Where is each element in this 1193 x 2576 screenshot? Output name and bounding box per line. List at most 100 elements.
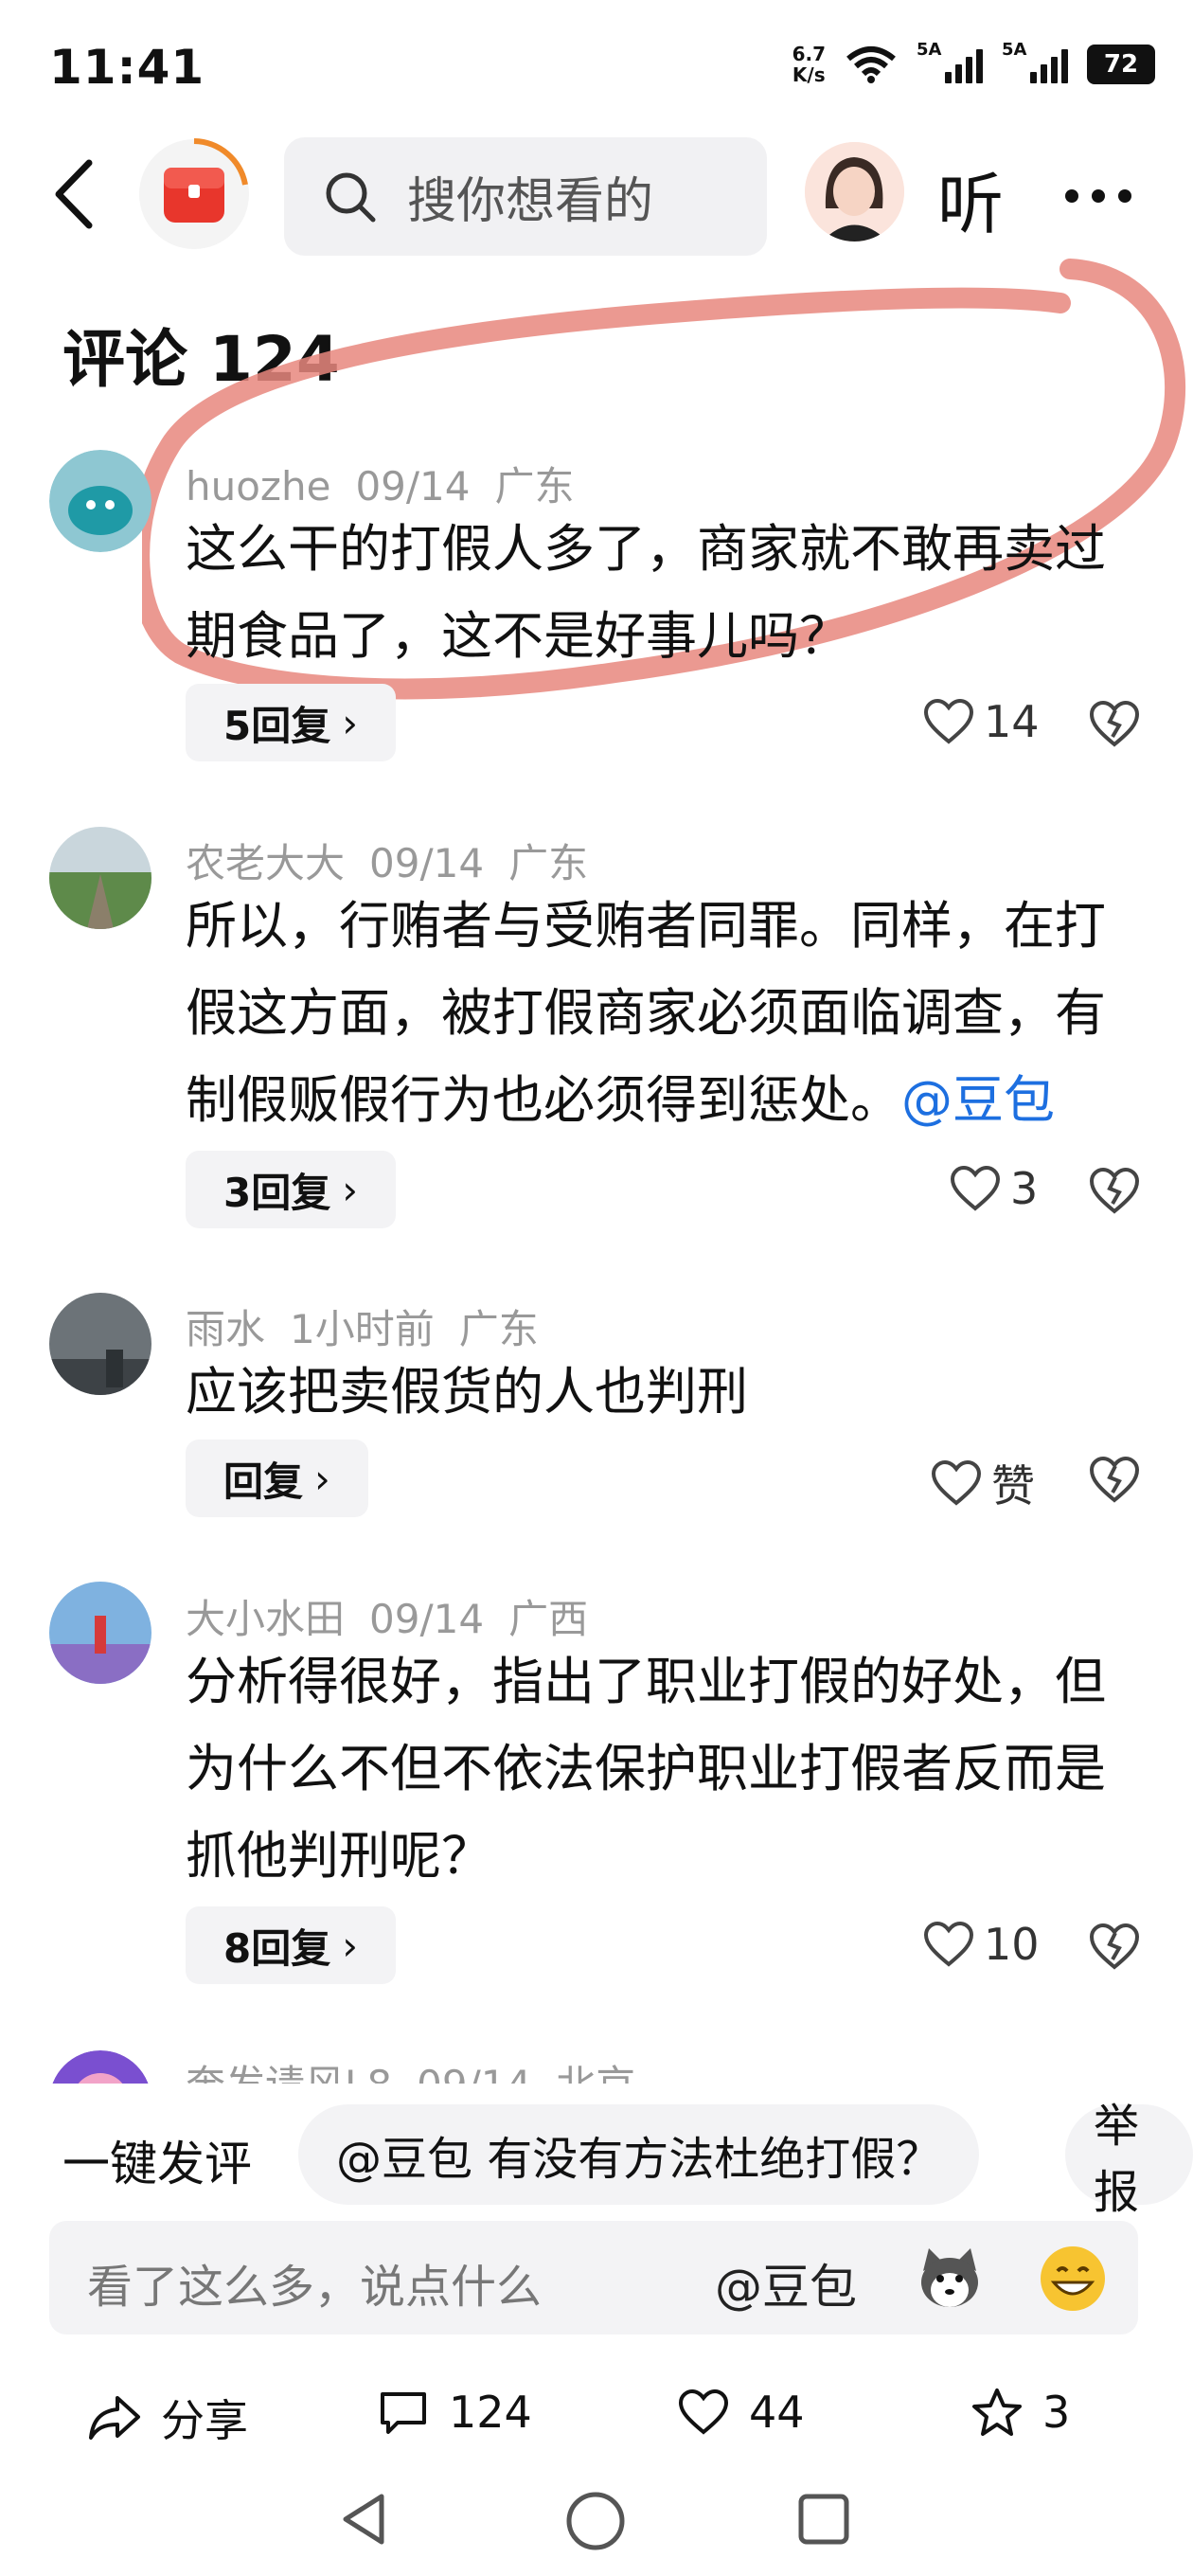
back-icon[interactable]	[45, 152, 102, 237]
status-icons: 6.7 K/s 5A 5A 72	[792, 40, 1155, 85]
comment-text: 分析得很好，指出了职业打假的好处，但 为什么不但不依法保护职业打假者反而是 抓他…	[186, 1638, 1132, 1900]
signal-icon-sim1: 5A	[917, 40, 983, 83]
user-avatar[interactable]	[805, 142, 904, 242]
like-count: 14	[984, 696, 1040, 747]
favorite-count: 3	[1042, 2387, 1071, 2438]
comment-date: 09/14	[417, 2062, 531, 2084]
more-icon[interactable]	[1065, 189, 1131, 205]
app-logo-icon[interactable]	[137, 137, 251, 251]
favorite-button[interactable]: 3	[970, 2387, 1070, 2438]
comment-date: 1小时前	[290, 1306, 435, 1352]
comment-author[interactable]: huozhe	[186, 463, 330, 510]
reply-button[interactable]: 回复 ›	[186, 1440, 368, 1517]
heart-icon	[931, 1459, 982, 1506]
comment-date: 09/14	[355, 463, 471, 510]
comment-avatar[interactable]	[49, 2050, 151, 2084]
search-icon	[326, 172, 376, 222]
dislike-icon[interactable]	[1089, 1455, 1140, 1504]
comment-author[interactable]: 大小水田	[186, 1596, 345, 1642]
comment-meta: 奔发请风L8 09/14 北京	[186, 2053, 660, 2084]
comment-line: 分析得很好，指出了职业打假的好处，但	[186, 1652, 1106, 1711]
star-icon	[972, 2388, 1022, 2436]
comment-meta: 雨水 1小时前 广东	[186, 1297, 563, 1355]
mention-button[interactable]: @豆包	[715, 2249, 857, 2317]
comment-author[interactable]: 农老大大	[186, 840, 345, 886]
reply-label: 8回复	[223, 1924, 331, 1972]
reply-label: 回复	[223, 1458, 304, 1505]
comment-date: 09/14	[369, 840, 485, 886]
comment-meta: 大小水田 09/14 广西	[186, 1587, 613, 1645]
comment-line: 所以，行贿者与受贿者同罪。同样，在打	[186, 896, 1106, 956]
like-count: 3	[1010, 1163, 1039, 1214]
comment-region: 广西	[508, 1596, 589, 1642]
husky-emoji-icon[interactable]	[914, 2243, 986, 2315]
heart-icon	[678, 2388, 729, 2435]
comment-text: 这么干的打假人多了，商家就不敢再卖过 期食品了，这不是好事儿吗？	[186, 506, 1132, 680]
dislike-icon[interactable]	[1089, 699, 1140, 748]
comment-line: 这么干的打假人多了，商家就不敢再卖过	[186, 519, 1106, 579]
comment-avatar[interactable]	[49, 1293, 151, 1395]
comment-meta: huozhe 09/14 广东	[186, 455, 599, 512]
comment-line: 抓他判刑呢？	[186, 1826, 492, 1886]
comment-region: 广东	[508, 840, 589, 886]
comment-line: 假这方面，被打假商家必须面临调查，有	[186, 983, 1106, 1043]
nav-recents-icon[interactable]	[795, 2491, 852, 2548]
reply-button[interactable]: 8回复 ›	[186, 1906, 397, 1984]
net-speed: 6.7 K/s	[792, 44, 826, 85]
wifi-icon	[846, 46, 896, 83]
comment-text: 所以，行贿者与受贿者同罪。同样，在打 假这方面，被打假商家必须面临调查，有 制假…	[186, 883, 1132, 1144]
reply-label: 5回复	[223, 702, 331, 749]
grin-emoji-icon[interactable]	[1037, 2243, 1109, 2315]
sim1-label: 5A	[917, 40, 942, 60]
comment-text: 应该把卖假货的人也判刑	[186, 1349, 1132, 1436]
comment-meta: 农老大大 09/14 广东	[186, 832, 613, 889]
like-post-button[interactable]: 44	[677, 2387, 805, 2438]
comment-avatar[interactable]	[49, 1582, 151, 1684]
like-button[interactable]: 赞	[931, 1452, 1035, 1514]
comment-avatar[interactable]	[49, 450, 151, 552]
reply-button[interactable]: 5回复 ›	[186, 684, 397, 761]
search-bar[interactable]: 搜你想看的	[284, 137, 767, 256]
listen-button[interactable]: 听	[937, 152, 1004, 247]
like-button[interactable]: 10	[923, 1919, 1040, 1970]
comment-region: 广东	[458, 1306, 539, 1352]
net-speed-value: 6.7	[792, 43, 826, 65]
comment-region: 北京	[556, 2062, 635, 2084]
like-button[interactable]: 14	[923, 696, 1040, 747]
comment-region: 广东	[494, 463, 575, 510]
reply-button[interactable]: 3回复 ›	[186, 1151, 397, 1228]
comment-count: 124	[449, 2387, 532, 2438]
heart-icon	[923, 1921, 974, 1967]
like-button[interactable]: 3	[950, 1163, 1038, 1214]
comment-line: 期食品了，这不是好事儿吗？	[186, 606, 850, 666]
battery-icon: 72	[1087, 45, 1155, 84]
like-post-count: 44	[749, 2387, 805, 2438]
comment-line: 为什么不但不依法保护职业打假者反而是	[186, 1739, 1106, 1798]
heart-icon	[950, 1165, 1001, 1211]
net-speed-unit: K/s	[792, 63, 826, 86]
share-button[interactable]: 分享	[87, 2387, 248, 2449]
comment-icon	[381, 2392, 426, 2434]
comment-date: 09/14	[369, 1596, 485, 1642]
like-count: 10	[984, 1919, 1040, 1970]
mention-link[interactable]: @豆包	[901, 1070, 1055, 1130]
dislike-icon[interactable]	[1089, 1166, 1140, 1215]
search-placeholder: 搜你想看的	[407, 173, 654, 230]
quick-reply-chip[interactable]: @豆包 有没有方法杜绝打假？	[298, 2104, 980, 2205]
comment-author[interactable]: 雨水	[186, 1306, 265, 1352]
comment-avatar[interactable]	[49, 827, 151, 929]
comment-count-button[interactable]: 124	[377, 2387, 532, 2438]
quick-comment-label[interactable]: 一键发评	[62, 2126, 252, 2194]
signal-icon-sim2: 5A	[1002, 40, 1068, 83]
like-label: 赞	[991, 1460, 1035, 1512]
nav-home-icon[interactable]	[565, 2491, 626, 2551]
nav-back-icon[interactable]	[336, 2491, 393, 2548]
sim2-label: 5A	[1002, 40, 1027, 60]
report-chip[interactable]: 举报	[1065, 2100, 1193, 2219]
comment-partial: 奔发请风L8 09/14 北京	[0, 2036, 1193, 2084]
dislike-icon[interactable]	[1089, 1922, 1140, 1971]
comment-line: 制假贩假行为也必须得到惩处。	[186, 1070, 901, 1130]
comment-line: 应该把卖假货的人也判刑	[186, 1362, 748, 1422]
reply-label: 3回复	[223, 1169, 331, 1216]
comment-author[interactable]: 奔发请风L8	[186, 2062, 392, 2084]
